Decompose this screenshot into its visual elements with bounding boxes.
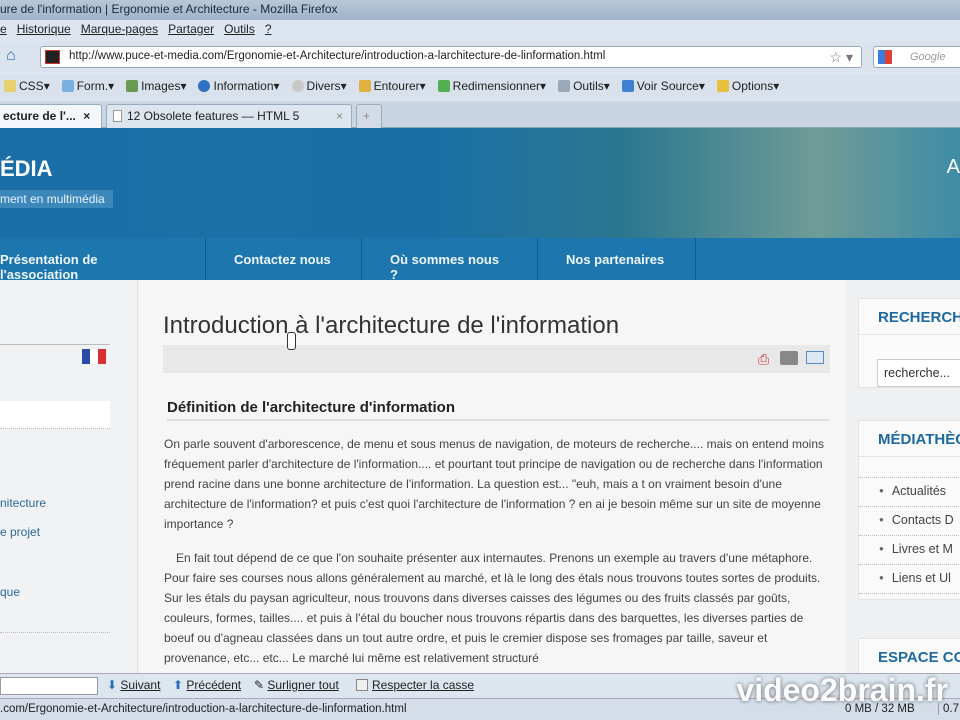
nav-contact[interactable]: Contactez nous xyxy=(206,238,362,280)
match-case-checkbox[interactable]: Respecter la casse xyxy=(356,678,474,692)
nav-presentation[interactable]: Présentation de l'association xyxy=(0,238,206,282)
site-header: ÉDIA ment en multimédia A xyxy=(0,128,960,238)
toolbar-resize[interactable]: Redimensionner▾ xyxy=(437,79,546,100)
nav-partners[interactable]: Nos partenaires xyxy=(538,238,696,280)
site-tagline: ment en multimédia xyxy=(0,190,113,208)
find-previous-button[interactable]: ⬆ Précédent xyxy=(173,678,241,692)
mediatheque-title: MÉDIATHÈQUE xyxy=(859,421,960,457)
print-icon[interactable] xyxy=(780,351,798,365)
navigation-toolbar: ⌂ http://www.puce-et-media.com/Ergonomie… xyxy=(0,42,960,72)
arrow-up-icon: ⬆ xyxy=(173,678,184,692)
close-tab-icon[interactable]: × xyxy=(83,109,90,123)
mediatheque-item[interactable]: Actualités xyxy=(859,478,960,507)
toolbar-options[interactable]: Options▾ xyxy=(716,79,779,100)
tab-strip: ecture de l'... × 12 Obsolete features —… xyxy=(0,101,960,128)
video2brain-watermark: video2brain.fr xyxy=(736,672,948,708)
pencil-icon xyxy=(358,80,371,92)
toolbar-forms[interactable]: Form.▾ xyxy=(61,79,114,100)
tab-active[interactable]: ecture de l'... × xyxy=(0,104,102,128)
article-paragraph: On parle souvent d'arborescence, de menu… xyxy=(164,437,825,531)
header-right-text: A xyxy=(946,156,960,178)
menu-help[interactable]: ? xyxy=(265,22,272,41)
toolbar-view-source[interactable]: Voir Source▾ xyxy=(621,79,705,100)
bookmark-star-icon[interactable]: ☆ ▾ xyxy=(830,49,853,66)
menu-bookmarks[interactable]: Marque-pages xyxy=(81,22,158,41)
page-content: nitecture e projet que Introduction à l'… xyxy=(0,280,960,678)
mediatheque-item[interactable]: Contacts D xyxy=(859,507,960,536)
search-placeholder: Google xyxy=(910,51,946,63)
new-tab-button[interactable]: + xyxy=(356,104,382,128)
sidebar-input[interactable] xyxy=(0,401,110,429)
css-icon xyxy=(4,80,16,92)
toolbar-images[interactable]: Images▾ xyxy=(126,79,186,100)
nav-location[interactable]: Où sommes nous ? xyxy=(362,238,538,282)
info-icon xyxy=(198,80,211,92)
toolbar-tools[interactable]: Outils▾ xyxy=(558,79,610,100)
menu-edit[interactable]: e xyxy=(0,22,7,41)
image-icon xyxy=(126,80,139,92)
tab-obsolete-features[interactable]: 12 Obsolete features — HTML 5 × xyxy=(106,104,352,128)
main-navigation: Présentation de l'association Contactez … xyxy=(0,238,960,282)
close-tab-icon[interactable]: × xyxy=(336,109,343,123)
mediatheque-item[interactable]: Liens et Ul xyxy=(859,565,960,594)
mediatheque-box: MÉDIATHÈQUE Actualités Contacts D Livres… xyxy=(858,420,960,600)
toolbar-css[interactable]: CSS▾ xyxy=(4,79,50,100)
search-title: RECHERCHE xyxy=(859,299,960,335)
sidebar-link[interactable]: e projet xyxy=(0,525,40,539)
divider xyxy=(0,632,110,633)
sidebar-link[interactable]: que xyxy=(0,585,20,599)
site-logo[interactable]: ÉDIA xyxy=(0,156,53,182)
espace-title: ESPACE CO xyxy=(859,639,960,675)
toolbar-outline[interactable]: Entourer▾ xyxy=(358,79,426,100)
status-url: .com/Ergonomie-et-Architecture/introduct… xyxy=(0,703,407,715)
email-icon[interactable] xyxy=(806,351,824,364)
source-icon xyxy=(621,80,634,92)
article-title: Introduction à l'architecture de l'infor… xyxy=(163,312,620,339)
window-title-bar: ure de l'information | Ergonomie et Arch… xyxy=(0,0,960,20)
wrench-icon xyxy=(558,80,571,92)
home-icon[interactable]: ⌂ xyxy=(6,47,16,65)
menu-share[interactable]: Partager xyxy=(168,22,214,41)
article-tools-bar: ⎙ xyxy=(163,345,830,373)
favicon-icon xyxy=(45,50,60,64)
find-input[interactable] xyxy=(0,677,98,695)
url-bar[interactable]: http://www.puce-et-media.com/Ergonomie-e… xyxy=(40,46,862,68)
highlighter-icon: ✎ xyxy=(254,678,265,692)
arrow-down-icon: ⬇ xyxy=(107,678,118,692)
right-sidebar: RECHERCHE recherche... MÉDIATHÈQUE Actua… xyxy=(858,280,960,678)
toolbar-misc[interactable]: Divers▾ xyxy=(291,79,347,100)
page-icon xyxy=(113,110,122,122)
french-flag-icon[interactable] xyxy=(82,349,106,364)
url-text: http://www.puce-et-media.com/Ergonomie-e… xyxy=(69,50,606,62)
article: Introduction à l'architecture de l'infor… xyxy=(140,280,846,673)
article-subtitle: Définition de l'architecture d'informati… xyxy=(167,399,829,421)
web-developer-toolbar: CSS▾ Form.▾ Images▾ Information▾ Divers▾… xyxy=(0,74,960,100)
sidebar-link[interactable]: nitecture xyxy=(0,496,46,510)
misc-icon xyxy=(291,80,304,92)
search-engine-box[interactable]: Google xyxy=(873,46,960,68)
highlight-all-button[interactable]: ✎ Surligner tout xyxy=(254,678,339,692)
window-title: ure de l'information | Ergonomie et Arch… xyxy=(0,2,338,16)
mouse-cursor xyxy=(287,332,296,350)
resize-icon xyxy=(437,80,450,92)
pdf-icon[interactable]: ⎙ xyxy=(758,351,774,367)
site-search-input[interactable]: recherche... xyxy=(877,359,960,387)
options-icon xyxy=(716,80,729,92)
search-box: RECHERCHE recherche... xyxy=(858,298,960,388)
find-next-button[interactable]: ⬇ Suivant xyxy=(107,678,160,692)
article-paragraph: En fait tout dépend de ce que l'on souha… xyxy=(164,551,821,665)
menu-tools[interactable]: Outils xyxy=(224,22,255,41)
toolbar-information[interactable]: Information▾ xyxy=(198,79,280,100)
menu-history[interactable]: Historique xyxy=(17,22,71,41)
google-icon[interactable] xyxy=(878,50,892,64)
menu-bar: e Historique Marque-pages Partager Outil… xyxy=(0,20,960,41)
divider xyxy=(0,344,110,345)
mediatheque-item[interactable]: Livres et M xyxy=(859,536,960,565)
left-sidebar: nitecture e projet que xyxy=(0,280,138,673)
form-icon xyxy=(61,80,74,92)
